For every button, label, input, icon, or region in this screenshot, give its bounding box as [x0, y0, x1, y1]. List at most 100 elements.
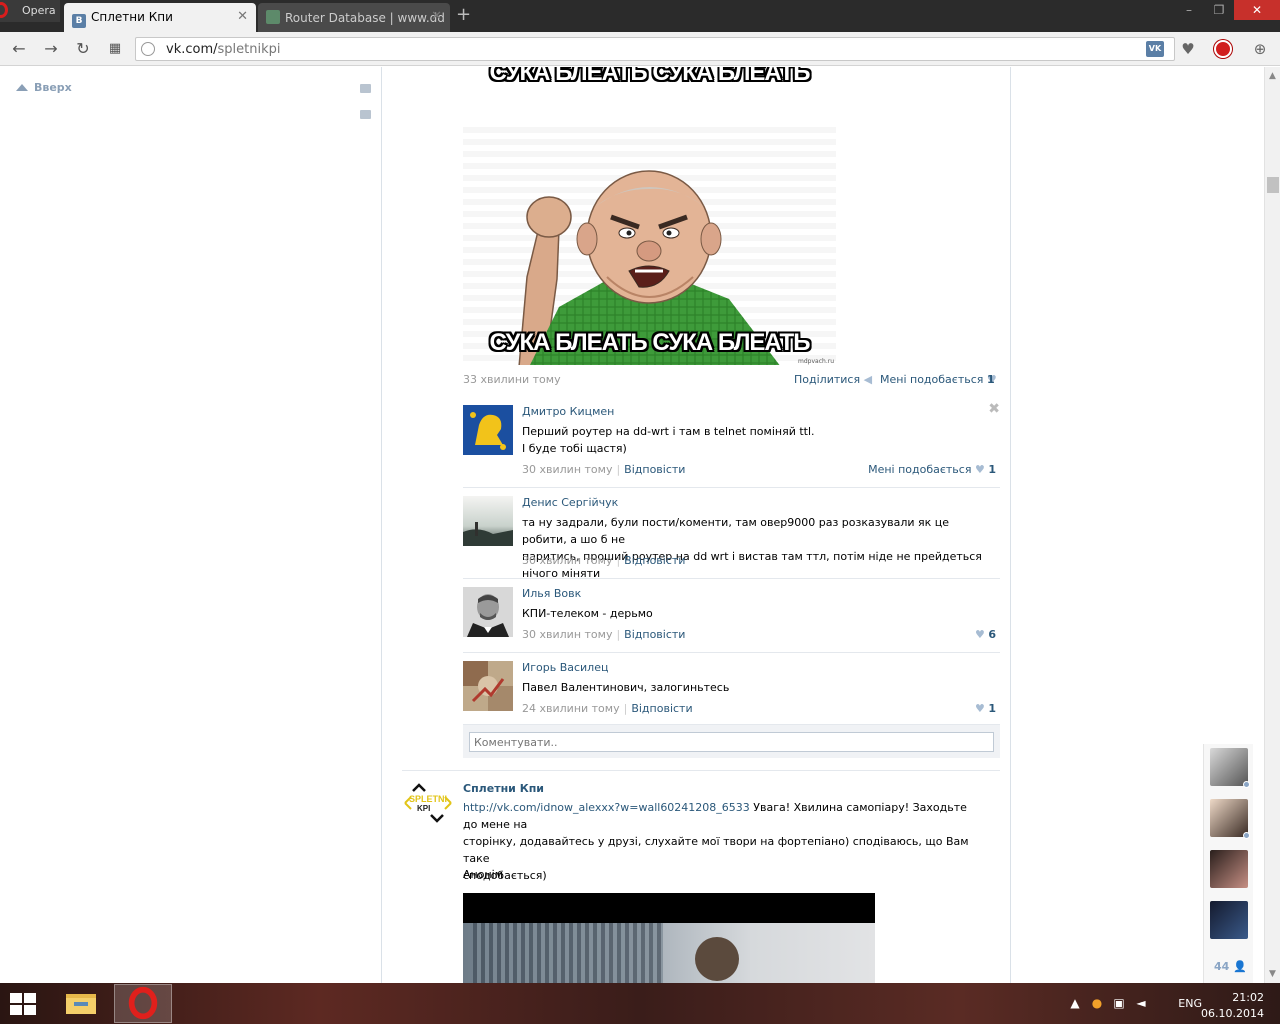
friend-avatar[interactable]	[1210, 850, 1248, 888]
reply-like-button[interactable]: ♥ 6	[975, 628, 996, 641]
tab-router-database[interactable]: Router Database | www.dd ✕	[258, 3, 450, 32]
post-text: http://vk.com/idnow_alexxx?w=wall6024120…	[463, 801, 969, 882]
reply-author[interactable]: Илья Вовк	[522, 587, 581, 600]
minimize-icon[interactable]: –	[1174, 0, 1204, 20]
reply-meta: 30 хвилин тому | Відповісти	[522, 463, 686, 476]
reply-time[interactable]: 30 хвилин тому	[522, 628, 612, 641]
post-meta: 33 хвилини тому Поділитися ◀ Мені подоба…	[463, 373, 1000, 386]
reply-button[interactable]: Відповісти	[624, 463, 685, 476]
comment-input[interactable]	[469, 732, 994, 752]
like-button[interactable]: Мені подобається ♥	[880, 373, 997, 386]
scroll-thumb[interactable]	[1267, 177, 1279, 193]
friend-avatar[interactable]	[1210, 901, 1248, 939]
opera-logo-icon	[0, 2, 8, 18]
reply-time[interactable]: 30 хвилин тому	[522, 463, 612, 476]
volume-icon[interactable]: ◄	[1134, 996, 1148, 1010]
meme-bottom-caption: СУКА БЛЕАТЬ СУКА БЛЕАТЬ	[489, 329, 811, 356]
address-bar[interactable]: vk.com/spletnikpi VK	[135, 37, 1175, 61]
post-link[interactable]: http://vk.com/idnow_alexxx?w=wall6024120…	[463, 801, 750, 814]
tray-app-icon[interactable]: ●	[1090, 996, 1104, 1010]
post-author[interactable]: Сплетни Кпи	[463, 782, 544, 795]
post-time[interactable]: 33 хвилини тому	[463, 373, 561, 386]
file-explorer-icon[interactable]	[52, 984, 110, 1023]
mail-icon[interactable]	[360, 84, 371, 93]
browser-toolbar: ← → ↻ ▦ vk.com/spletnikpi VK ♥ ⊕	[0, 32, 1280, 66]
post-separator	[402, 770, 1000, 771]
left-column: Вверх	[0, 67, 382, 983]
svg-text:SPLETNI: SPLETNI	[409, 794, 447, 804]
reply-button[interactable]: Відповісти	[631, 702, 692, 715]
megaphone-icon: ◀	[863, 373, 873, 386]
close-tab-icon[interactable]: ✕	[431, 9, 442, 24]
back-arrow-icon[interactable]: ←	[8, 38, 30, 60]
scroll-down-arrow-icon[interactable]: ▼	[1269, 969, 1276, 979]
reply-time[interactable]: 24 хвилини тому	[522, 702, 620, 715]
online-status-icon	[1243, 781, 1250, 788]
system-tray: ▲ ● ▣ ◄ ENG 21:02 06.10.2014	[1060, 983, 1280, 1024]
scroll-up-arrow-icon[interactable]: ▲	[1269, 71, 1276, 81]
page-content: Вверх СУКА БЛЕАТЬ СУКА БЛЕАТЬ СУКА БЛЕАТ…	[0, 67, 1264, 983]
adblock-icon[interactable]	[1214, 40, 1232, 58]
vk-extension-icon[interactable]: VK	[1146, 41, 1164, 57]
clock[interactable]: 21:02 06.10.2014	[1194, 990, 1264, 1022]
reply-button[interactable]: Відповісти	[624, 628, 685, 641]
reload-icon[interactable]: ↻	[72, 38, 94, 60]
speed-dial-grid-icon[interactable]: ▦	[104, 38, 126, 60]
reply-time[interactable]: 30 хвилин тому	[522, 554, 612, 567]
ddwrt-icon	[266, 10, 280, 24]
reply-text: КПИ-телеком - дерьмо	[522, 607, 653, 620]
meme-watermark: mdpvach.ru	[798, 358, 834, 365]
tab-label: Router Database | www.dd	[285, 11, 445, 25]
friend-avatar[interactable]	[1210, 799, 1250, 839]
comment-icon[interactable]	[360, 110, 371, 119]
video-thumbnail[interactable]	[463, 893, 875, 983]
tray-expand-icon[interactable]: ▲	[1068, 996, 1082, 1010]
share-button[interactable]: Поділитися ◀	[794, 373, 872, 386]
like-count[interactable]: 1	[987, 373, 995, 386]
avatar[interactable]	[463, 661, 513, 711]
online-status-icon	[1243, 832, 1250, 839]
reply-meta: 24 хвилини тому | Відповісти	[522, 702, 693, 715]
opera-menu-button[interactable]: Opera	[0, 0, 60, 22]
post-signature: Анонім	[463, 868, 503, 881]
delete-icon[interactable]: ✖	[988, 401, 1000, 417]
close-window-icon[interactable]: ✕	[1234, 0, 1280, 20]
comment-box	[463, 724, 1000, 758]
reply-author[interactable]: Игорь Василец	[522, 661, 608, 674]
spletni-kpi-logo[interactable]: SPLETNI KPI	[403, 783, 453, 823]
tab-spletni-kpi[interactable]: B Сплетни Кпи ✕	[64, 3, 256, 32]
avatar[interactable]	[463, 405, 513, 455]
windows-taskbar: ▲ ● ▣ ◄ ENG 21:02 06.10.2014	[0, 983, 1280, 1024]
avatar[interactable]	[463, 587, 513, 637]
forward-arrow-icon[interactable]: →	[40, 38, 62, 60]
opera-taskbar-icon[interactable]	[114, 984, 172, 1023]
globe-icon	[141, 42, 155, 56]
scroll-up-button[interactable]: Вверх	[16, 81, 72, 94]
video-person	[695, 937, 739, 981]
page-scrollbar[interactable]: ▲ ▼	[1264, 67, 1280, 983]
new-tab-button[interactable]: +	[456, 4, 471, 25]
reply-like-button[interactable]: ♥ 1	[975, 702, 996, 715]
close-tab-icon[interactable]: ✕	[237, 9, 248, 24]
reply-like-button[interactable]: Мені подобається ♥ 1	[868, 463, 996, 476]
heart-bookmark-icon[interactable]: ♥	[1177, 38, 1199, 60]
reply-meta: 30 хвилин тому | Відповісти	[522, 628, 686, 641]
reply-divider	[463, 652, 1000, 653]
download-icon[interactable]: ⊕	[1249, 38, 1271, 60]
reply-author[interactable]: Дмитро Кицмен	[522, 405, 614, 418]
network-icon[interactable]: ▣	[1112, 996, 1126, 1010]
reply-text: Перший роутер на dd-wrt і там в telnet п…	[522, 425, 815, 455]
windows-start-icon[interactable]	[10, 993, 38, 1015]
tab-label: Сплетни Кпи	[91, 10, 173, 24]
avatar[interactable]	[463, 496, 513, 546]
online-friends-panel: 44 👤	[1203, 744, 1253, 983]
friend-avatar[interactable]	[1210, 748, 1250, 788]
reply-author[interactable]: Денис Сергійчук	[522, 496, 618, 509]
friends-online-count[interactable]: 44 👤	[1214, 960, 1247, 973]
post-image-meme[interactable]: СУКА БЛЕАТЬ СУКА БЛЕАТЬ СУКА БЛЕАТЬ СУКА…	[463, 67, 836, 365]
opera-menu-label: Opera	[22, 4, 56, 17]
restore-icon[interactable]: ❐	[1204, 0, 1234, 20]
person-icon: 👤	[1233, 960, 1247, 973]
reply-text: Павел Валентинович, залогиньтесь	[522, 681, 730, 694]
reply-button[interactable]: Відповісти	[624, 554, 685, 567]
